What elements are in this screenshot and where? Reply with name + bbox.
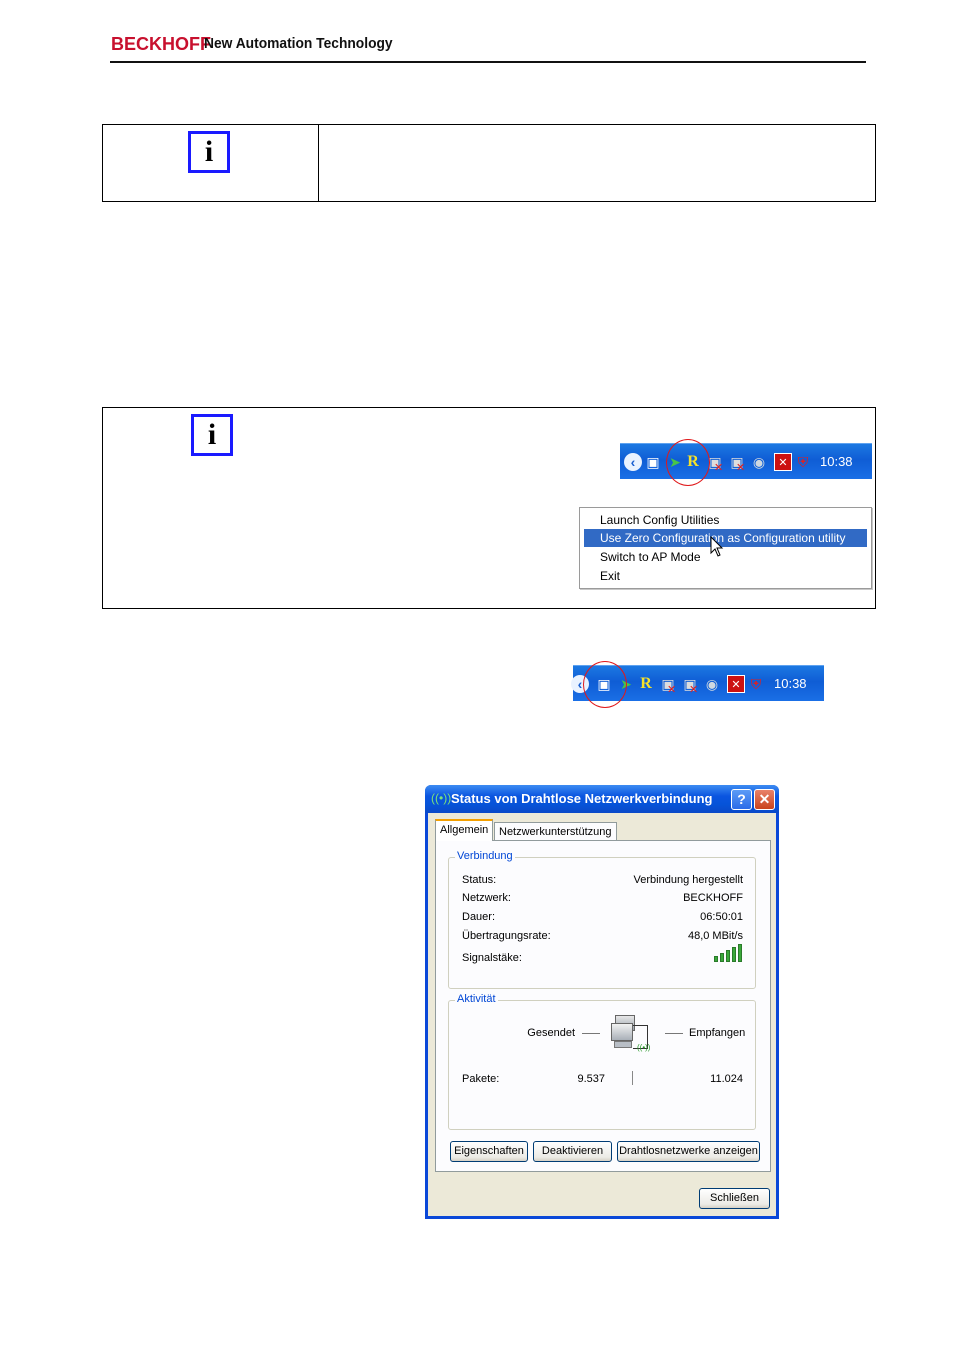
tab-network-support[interactable]: Netzwerkunterstützung xyxy=(494,822,617,842)
received-label: Empfangen xyxy=(689,1027,746,1039)
network-value: BECKHOFF xyxy=(683,892,743,904)
menu-item-exit[interactable]: Exit xyxy=(584,567,867,585)
dialog-body: Allgemein Netzwerkunterstützung Verbindu… xyxy=(428,813,776,1216)
packets-divider xyxy=(632,1071,633,1085)
tray-clock: 10:38 xyxy=(820,454,853,469)
duration-value: 06:50:01 xyxy=(700,911,743,923)
disable-button[interactable]: Deaktivieren xyxy=(533,1141,612,1162)
tray-expand-chevron-icon[interactable]: ‹ xyxy=(624,453,642,471)
wireless-network-icon[interactable]: ▣ xyxy=(644,453,662,471)
dialog-title: Status von Drahtlose Netzwerkverbindung xyxy=(451,791,713,806)
status-value: Verbindung hergestellt xyxy=(633,874,743,886)
duration-label: Dauer: xyxy=(462,911,496,923)
signal-label: Signalstäke: xyxy=(462,952,522,964)
dialog-titlebar[interactable]: ((•)) Status von Drahtlose Netzwerkverbi… xyxy=(425,785,779,813)
status-dialog: ((•)) Status von Drahtlose Netzwerkverbi… xyxy=(425,785,779,1219)
properties-button[interactable]: Eigenschaften xyxy=(450,1141,528,1162)
shield-icon[interactable]: ⛨ xyxy=(794,453,812,471)
brand-tagline: New Automation Technology xyxy=(204,35,393,52)
menu-item-launch-config[interactable]: Launch Config Utilities xyxy=(584,511,867,529)
system-tray: ‹ ▣ ➤ R ▣ ✕ ▣ ✕ ◉ ✕ ⛨ 10:38 xyxy=(620,443,872,479)
activity-legend: Aktivität xyxy=(455,993,498,1005)
network-computers-icon: ((•)) xyxy=(611,1013,651,1055)
received-line xyxy=(665,1033,683,1034)
sent-packets-value: 9.537 xyxy=(577,1073,605,1085)
connection-group: Verbindung Status: Verbindung hergestell… xyxy=(448,850,756,989)
sent-label: Gesendet xyxy=(527,1027,575,1039)
brand-logo: BECKHOFF xyxy=(111,34,211,54)
note-box-2: i ‹ ▣ ➤ R ▣ ✕ ▣ ✕ ◉ ✕ ⛨ 10:38 Launch Confi… xyxy=(102,407,876,609)
security-alert-icon[interactable]: ✕ xyxy=(774,453,792,471)
note-box-1: i xyxy=(102,124,876,202)
ralink-r-icon[interactable]: R xyxy=(637,675,655,693)
tray-clock: 10:38 xyxy=(774,676,807,691)
shield-icon[interactable]: ⛨ xyxy=(747,675,765,693)
show-wireless-networks-button[interactable]: Drahtlosnetzwerke anzeigen xyxy=(617,1141,760,1162)
tab-panel: Verbindung Status: Verbindung hergestell… xyxy=(435,840,771,1172)
info-icon: i xyxy=(188,131,230,173)
help-button[interactable]: ? xyxy=(731,789,752,810)
menu-item-switch-ap-mode[interactable]: Switch to AP Mode xyxy=(584,548,867,566)
security-alert-icon[interactable]: ✕ xyxy=(727,675,745,693)
speaker-icon[interactable]: ◉ xyxy=(703,675,721,693)
menu-item-use-zero-config[interactable]: Use Zero Configuration as Configuration … xyxy=(584,529,867,547)
speaker-icon[interactable]: ◉ xyxy=(750,453,768,471)
network-label: Netzwerk: xyxy=(462,892,511,904)
network-disconnected-icon[interactable]: ▣ ✕ xyxy=(659,675,677,696)
tab-general[interactable]: Allgemein xyxy=(435,819,494,841)
tray-context-menu: Launch Config Utilities Use Zero Configu… xyxy=(579,507,872,589)
signal-strength-icon xyxy=(714,944,742,962)
info-icon: i xyxy=(191,414,233,456)
close-button[interactable]: Schließen xyxy=(699,1188,770,1209)
received-packets-value: 11.024 xyxy=(710,1073,743,1085)
highlight-circle xyxy=(583,661,627,708)
speed-value: 48,0 MBit/s xyxy=(687,930,743,942)
network-disconnected-icon[interactable]: ▣ ✕ xyxy=(728,453,746,474)
wireless-signal-icon: ((•)) xyxy=(431,791,452,805)
highlight-circle xyxy=(666,439,710,486)
speed-label: Übertragungsrate: xyxy=(462,930,551,942)
close-window-button[interactable]: ✕ xyxy=(754,789,775,810)
packets-label: Pakete: xyxy=(462,1073,500,1085)
network-disconnected-icon[interactable]: ▣ ✕ xyxy=(681,675,699,696)
activity-group: Aktivität Gesendet ((•)) Empfangen Paket… xyxy=(448,993,756,1130)
mouse-cursor-icon xyxy=(710,536,724,557)
header-rule xyxy=(110,61,866,63)
note-divider xyxy=(318,125,319,201)
connection-legend: Verbindung xyxy=(455,850,515,862)
sent-line xyxy=(582,1033,600,1034)
status-label: Status: xyxy=(462,874,497,886)
